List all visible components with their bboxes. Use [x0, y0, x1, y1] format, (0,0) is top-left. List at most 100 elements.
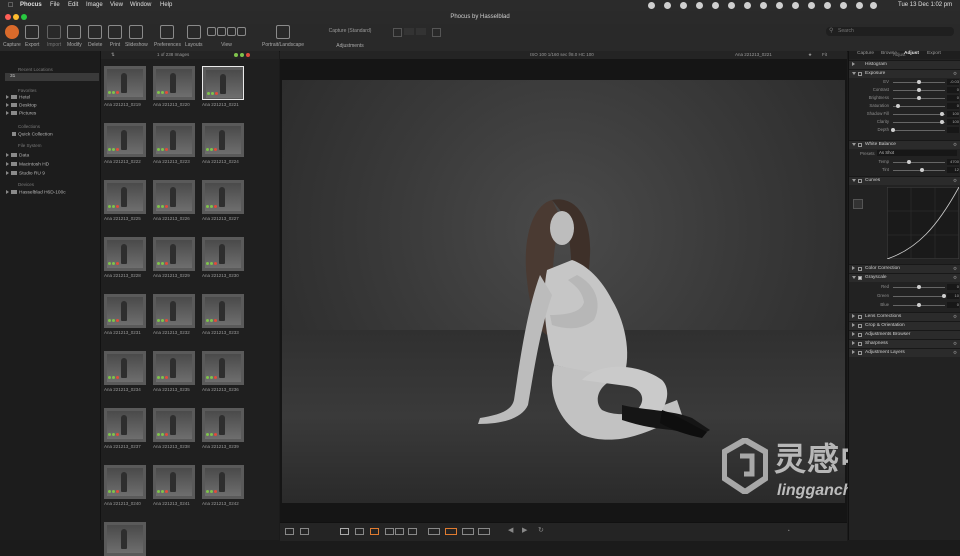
disclosure-icon[interactable]	[6, 103, 9, 107]
tray-icon[interactable]	[712, 2, 719, 9]
capture-button[interactable]: Capture	[3, 25, 21, 48]
disclosure-icon[interactable]	[852, 314, 855, 318]
recent-location-row[interactable]: 31	[5, 73, 99, 81]
tray-icon[interactable]	[728, 2, 735, 9]
import-button[interactable]: Import	[47, 25, 61, 48]
disclosure-icon[interactable]	[6, 153, 9, 157]
section-menu-icon[interactable]: ⚙	[953, 314, 957, 320]
layouts-button[interactable]: Layouts	[185, 25, 203, 48]
thumbnail[interactable]	[153, 237, 195, 271]
slider-knob[interactable]	[906, 160, 911, 164]
adjust-tool-icon[interactable]	[393, 28, 402, 37]
thumbnail[interactable]	[202, 123, 244, 157]
section-crop[interactable]: Crop & Orientation	[849, 321, 960, 330]
tab-adjust[interactable]: Adjust	[904, 51, 919, 56]
thumbnail[interactable]	[202, 351, 244, 385]
disclosure-icon[interactable]	[852, 332, 855, 336]
disclosure-icon[interactable]	[852, 72, 856, 75]
thumbnail[interactable]	[153, 66, 195, 100]
section-adjustments-browser[interactable]: Adjustments Browser	[849, 330, 960, 339]
tab-export[interactable]: Export	[927, 51, 941, 56]
next-image-icon[interactable]: ▶	[522, 526, 527, 534]
section-menu-icon[interactable]: ⚙	[953, 341, 957, 347]
wb-preset-select[interactable]: As Shot	[877, 150, 957, 156]
menu-window[interactable]: Window	[130, 0, 151, 11]
section-color-correction[interactable]: Color Correction ⚙	[849, 264, 960, 273]
rating-filter-icon[interactable]	[234, 53, 238, 57]
thumbnail[interactable]	[202, 66, 244, 100]
tab-capture[interactable]: Capture	[857, 51, 874, 56]
sort-icon[interactable]: ⇅	[111, 52, 115, 58]
rating-filter-icon[interactable]	[246, 53, 250, 57]
mask-overlay-icon[interactable]	[478, 528, 490, 535]
disclosure-icon[interactable]	[6, 162, 9, 166]
slider-knob[interactable]	[917, 88, 921, 92]
volume-item[interactable]: Macintosh HD	[6, 162, 49, 167]
grid-overlay-icon[interactable]	[462, 528, 474, 535]
tray-icon[interactable]	[680, 2, 687, 9]
zoom-tool-icon[interactable]	[408, 528, 417, 535]
delete-button[interactable]: Delete	[88, 25, 102, 48]
thumbnail[interactable]	[202, 180, 244, 214]
loupe-tool-icon[interactable]	[385, 528, 394, 535]
slider-knob[interactable]	[917, 80, 921, 84]
section-white-balance[interactable]: White Balance ⚙	[849, 140, 960, 149]
print-button[interactable]: Print	[108, 25, 122, 48]
compare-icon[interactable]	[285, 528, 294, 535]
thumbnail[interactable]	[153, 408, 195, 442]
hand-tool-icon[interactable]	[395, 528, 404, 535]
crop-tool-icon[interactable]	[340, 528, 349, 535]
slider-value[interactable]: 12	[947, 167, 959, 173]
tray-icon[interactable]	[648, 2, 655, 9]
adjust-tool-icon[interactable]	[432, 28, 441, 37]
menu-image[interactable]: Image	[86, 0, 103, 11]
slider-knob[interactable]	[919, 168, 924, 172]
adjust-tool-icon[interactable]	[416, 28, 426, 35]
disclosure-icon[interactable]	[6, 190, 9, 194]
slider-value[interactable]: 100	[947, 111, 959, 117]
thumbnail[interactable]	[104, 294, 146, 328]
favorite-item[interactable]: Desktop	[6, 103, 37, 108]
preset-selector[interactable]: Capture (Standard) Adjustments	[315, 25, 385, 49]
rating-filter-icon[interactable]	[240, 53, 244, 57]
slider-value[interactable]: 100	[947, 119, 959, 125]
menu-file[interactable]: File	[50, 0, 60, 11]
minimize-window-button[interactable]	[13, 14, 19, 20]
slideshow-button[interactable]: Slideshow	[125, 25, 148, 48]
slider-track[interactable]	[893, 162, 945, 163]
apple-icon[interactable]: 	[8, 0, 13, 11]
disclosure-icon[interactable]	[852, 323, 855, 327]
enable-checkbox[interactable]	[858, 142, 862, 147]
disclosure-icon[interactable]	[852, 341, 855, 345]
view-buttons[interactable]: View	[207, 25, 246, 48]
thumbnail[interactable]	[153, 465, 195, 499]
slider-value[interactable]: 0	[947, 302, 959, 308]
battery-icon[interactable]	[824, 2, 831, 9]
disclosure-icon[interactable]	[852, 62, 855, 66]
enable-checkbox[interactable]	[858, 350, 862, 355]
enable-checkbox[interactable]	[858, 178, 862, 183]
disclosure-icon[interactable]	[852, 143, 856, 146]
enable-checkbox[interactable]	[858, 341, 862, 346]
volume-item[interactable]: Data	[6, 153, 29, 158]
view-grid-icon[interactable]	[237, 27, 246, 36]
star-icon[interactable]: ★	[808, 52, 812, 58]
section-menu-icon[interactable]: ⚙	[953, 142, 957, 148]
slider-knob[interactable]	[941, 294, 946, 298]
tray-icon[interactable]	[776, 2, 783, 9]
enable-checkbox[interactable]	[858, 314, 862, 319]
preferences-button[interactable]: Preferences	[154, 25, 181, 48]
section-menu-icon[interactable]: ⚙	[953, 71, 957, 77]
slider-track[interactable]	[893, 106, 945, 107]
slider-track[interactable]	[893, 296, 945, 297]
thumbnail[interactable]	[153, 351, 195, 385]
section-curves[interactable]: Curves ⚙	[849, 176, 960, 185]
thumbnail[interactable]	[153, 123, 195, 157]
menu-edit[interactable]: Edit	[68, 0, 78, 11]
control-center-icon[interactable]	[870, 2, 877, 9]
collection-item[interactable]: Quick Collection	[12, 132, 53, 137]
enable-checkbox[interactable]	[858, 71, 862, 76]
disclosure-icon[interactable]	[852, 276, 856, 279]
slider-knob[interactable]	[940, 120, 945, 124]
thumbnail[interactable]	[104, 465, 146, 499]
